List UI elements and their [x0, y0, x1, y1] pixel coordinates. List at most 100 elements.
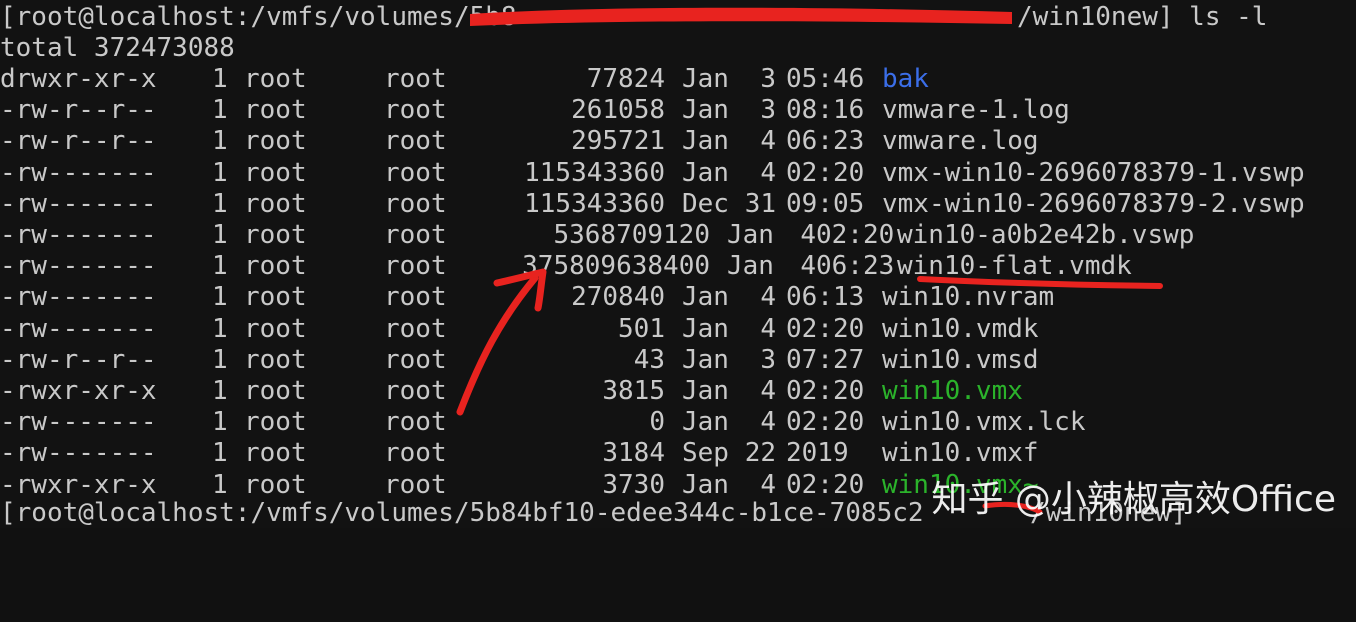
watermark-text: 知乎 @小辣椒高效Office: [931, 479, 1336, 520]
owner: root: [244, 220, 307, 250]
date-day: 31: [744, 188, 776, 219]
file-name: win10.vmsd: [882, 344, 1039, 375]
date-time: 05:46: [786, 64, 865, 94]
owner: root: [244, 407, 307, 438]
date-month: Jan: [682, 95, 729, 126]
permissions: -rw-------: [0, 313, 157, 344]
link-count: 1: [212, 407, 228, 438]
file-name: win10.vmxf: [882, 438, 1039, 469]
owner: root: [244, 438, 307, 469]
file-size: 115343360: [524, 157, 665, 188]
date-time: 07:27: [786, 344, 865, 375]
link-count: 1: [212, 157, 228, 188]
group: root: [384, 407, 447, 438]
file-name: win10-flat.vmdk: [897, 251, 1132, 282]
date-month: Jan: [682, 157, 729, 188]
date-day: 22: [744, 438, 776, 469]
file-size: 3730: [602, 469, 665, 500]
file-name: win10.vmx: [882, 376, 1023, 406]
date-day: 4: [760, 313, 776, 344]
group: root: [384, 157, 447, 188]
size-cell: 3815: [440, 376, 665, 407]
date-time: 02:20: [786, 407, 865, 438]
file-name: vmware.log: [882, 126, 1039, 157]
group: root: [384, 376, 447, 406]
file-size: 270840: [571, 282, 665, 313]
link-count: 1: [212, 95, 228, 126]
total-line: total 372473088: [0, 33, 235, 64]
date-day: 4: [760, 376, 776, 406]
link-count: 1: [212, 469, 228, 500]
date-month: Jan: [682, 126, 729, 157]
owner: root: [244, 95, 307, 126]
size-cell: 3730: [440, 470, 665, 501]
permissions: -rw-r--r--: [0, 95, 157, 126]
owner: root: [244, 188, 307, 219]
link-count: 1: [212, 313, 228, 344]
date-day: 4: [800, 220, 816, 250]
link-count: 1: [212, 64, 228, 94]
owner: root: [244, 126, 307, 157]
size-cell: 0: [440, 407, 665, 438]
date-month: Jan: [682, 282, 729, 313]
file-size: 375809638400: [522, 251, 710, 282]
size-cell: 115343360: [440, 158, 665, 189]
date-month: Jan: [682, 344, 729, 375]
permissions: -rw-------: [0, 220, 157, 250]
date-month: Jan: [682, 407, 729, 438]
date-day: 4: [760, 126, 776, 157]
date-month: Jan: [682, 64, 729, 94]
file-size: 501: [618, 313, 665, 344]
permissions: -rw-------: [0, 407, 157, 438]
size-cell: 270840: [440, 282, 665, 313]
file-size: 261058: [571, 95, 665, 126]
file-size: 77824: [586, 64, 665, 94]
file-name: vmware-1.log: [882, 95, 1070, 126]
date-day: 3: [760, 95, 776, 126]
file-size: 295721: [571, 126, 665, 157]
permissions: -rwxr-xr-x: [0, 469, 157, 500]
date-month: Dec: [682, 188, 729, 219]
link-count: 1: [212, 188, 228, 219]
prompt-text-bottom: [root@localhost:/vmfs/volumes/5b84bf10-e…: [0, 498, 924, 528]
terminal-window[interactable]: [root@localhost:/vmfs/volumes/5b8 /win10…: [0, 0, 1356, 528]
date-day: 4: [800, 251, 816, 282]
date-day: 4: [760, 469, 776, 500]
date-time: 06:13: [786, 282, 865, 313]
owner: root: [244, 344, 307, 375]
size-cell: 3184: [440, 438, 665, 469]
date-month: Jan: [727, 251, 774, 282]
date-time: 09:05: [786, 188, 865, 219]
file-size: 3815: [602, 376, 665, 406]
group: root: [384, 313, 447, 344]
group: root: [384, 438, 447, 469]
group: root: [384, 282, 447, 313]
size-cell: 5368709120: [440, 220, 710, 251]
permissions: -rw-------: [0, 282, 157, 313]
owner: root: [244, 313, 307, 344]
date-time: 02:20: [786, 469, 865, 500]
permissions: -rw-------: [0, 188, 157, 219]
size-cell: 501: [440, 314, 665, 345]
file-name: bak: [882, 64, 929, 94]
owner: root: [244, 469, 307, 500]
date-time: 08:16: [786, 95, 865, 126]
owner: root: [244, 282, 307, 313]
group: root: [384, 64, 447, 94]
link-count: 1: [212, 220, 228, 250]
link-count: 1: [212, 282, 228, 313]
date-day: 4: [760, 407, 776, 438]
link-count: 1: [212, 376, 228, 406]
group: root: [384, 95, 447, 126]
file-name: win10.nvram: [882, 282, 1055, 313]
permissions: -rw-------: [0, 438, 157, 469]
date-time: 02:20: [816, 220, 895, 250]
date-time: 06:23: [786, 126, 865, 157]
owner: root: [244, 251, 307, 282]
date-time: 06:23: [816, 251, 895, 282]
date-time: 02:20: [786, 313, 865, 344]
permissions: -rwxr-xr-x: [0, 376, 157, 406]
size-cell: 115343360: [440, 189, 665, 220]
group: root: [384, 188, 447, 219]
size-cell: 295721: [440, 126, 665, 157]
